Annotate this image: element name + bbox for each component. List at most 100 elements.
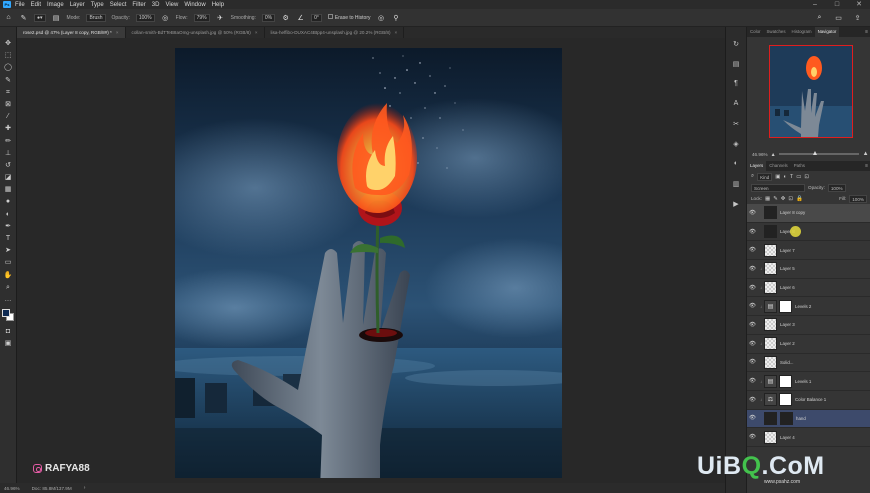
tab-histogram[interactable]: Histogram	[789, 27, 815, 37]
share-icon[interactable]: ⇪	[853, 13, 862, 22]
pressure-size-icon[interactable]: ◎	[377, 13, 386, 22]
opacity-field[interactable]: 100%	[135, 13, 155, 22]
visibility-eye-icon[interactable]: 👁	[747, 341, 758, 347]
3d-icon[interactable]: ◈	[732, 139, 741, 148]
layer-name[interactable]: Layer 2	[780, 341, 795, 346]
foreground-color-swatch[interactable]	[2, 309, 10, 318]
menu-type[interactable]: Type	[91, 2, 104, 8]
layer-name[interactable]: Layer 4	[780, 435, 795, 440]
tab-rose2[interactable]: rose2.psd @ 47% (Layer 8 copy, RGB/8#) *…	[17, 27, 126, 38]
menu-select[interactable]: Select	[110, 2, 127, 8]
tab-color[interactable]: Color	[747, 27, 764, 37]
adjustments-icon[interactable]: ◐	[732, 159, 741, 168]
symmetry-icon[interactable]: ⚲	[392, 13, 401, 22]
stamp-icon[interactable]: ⊥	[3, 149, 13, 158]
visibility-eye-icon[interactable]: 👁	[747, 378, 758, 384]
brush-size-picker[interactable]: ●▾	[34, 13, 46, 22]
layer-opacity-field[interactable]: 100%	[827, 183, 846, 192]
zoom-in-icon[interactable]: ▲	[863, 151, 869, 157]
lasso-icon[interactable]: ◯	[3, 63, 13, 72]
layer-mask-thumbnail[interactable]	[779, 393, 792, 407]
tab-lisa-heffibo[interactable]: lisa-heffibo-DUXAC4Btpp4-unsplash.jpg @ …	[265, 27, 405, 38]
menu-filter[interactable]: Filter	[132, 2, 145, 8]
layer-row[interactable]: 👁 ↓ ⚖ Color Balance 1	[747, 391, 870, 410]
angle-field[interactable]: 0°	[311, 13, 322, 22]
rectangle-icon[interactable]: ▭	[3, 258, 13, 267]
eraser-icon[interactable]: ◪	[3, 173, 13, 182]
layer-name[interactable]: Solid...	[780, 360, 793, 365]
type-icon[interactable]: T	[3, 234, 13, 243]
visibility-eye-icon[interactable]: 👁	[747, 397, 758, 403]
filter-kind-select[interactable]: Kind	[757, 172, 773, 181]
navigator-zoom-value[interactable]: 46.96%	[752, 152, 768, 157]
history-icon[interactable]: ↻	[732, 39, 741, 48]
lock-transparency-icon[interactable]: ▦	[765, 196, 770, 202]
layer-name[interactable]: Levels 2	[795, 304, 811, 309]
libraries-icon[interactable]: ▥	[732, 179, 741, 188]
visibility-eye-icon[interactable]: 👁	[747, 266, 758, 272]
lock-all-icon[interactable]: 🔒	[796, 196, 803, 202]
visibility-eye-icon[interactable]: 👁	[747, 359, 758, 365]
tab-swatches[interactable]: Swatches	[764, 27, 789, 37]
close-tab-icon[interactable]: ×	[255, 30, 258, 35]
hand-icon[interactable]: ✋	[3, 271, 13, 280]
menu-file[interactable]: File	[15, 2, 25, 8]
maximize-button[interactable]: □	[826, 0, 848, 9]
lock-artboard-icon[interactable]: ⊡	[788, 196, 793, 202]
menu-help[interactable]: Help	[212, 2, 224, 8]
gradient-icon[interactable]: ▦	[3, 185, 13, 194]
visibility-eye-icon[interactable]: 👁	[747, 303, 758, 309]
layer-name[interactable]: hand	[796, 416, 806, 421]
layer-name[interactable]: Color Balance 1	[795, 397, 826, 402]
visibility-eye-icon[interactable]: 👁	[747, 229, 758, 235]
airbrush-icon[interactable]: ✈	[216, 13, 225, 22]
close-tab-icon[interactable]: ×	[116, 30, 119, 35]
properties-icon[interactable]: ▤	[732, 59, 741, 68]
artboard-icon[interactable]: ⬚	[3, 51, 13, 60]
eyedropper-icon[interactable]: ⁄	[3, 112, 13, 121]
quick-mask-icon[interactable]: ◘	[3, 327, 13, 336]
crop-icon[interactable]: ⌗	[3, 88, 13, 97]
frame-icon[interactable]: ⊠	[3, 100, 13, 109]
visibility-eye-icon[interactable]: 👁	[747, 247, 758, 253]
visibility-eye-icon[interactable]: 👁	[747, 434, 758, 440]
zoom-out-icon[interactable]: ▴	[772, 151, 775, 158]
visibility-eye-icon[interactable]: 👁	[747, 415, 758, 421]
layer-name[interactable]: Layer 5	[780, 266, 795, 271]
color-swatches[interactable]	[2, 309, 14, 322]
layer-mask-thumbnail[interactable]	[779, 374, 792, 388]
layer-name[interactable]: Layer 6	[780, 285, 795, 290]
dodge-icon[interactable]: ◐	[3, 210, 13, 219]
zoom-level[interactable]: 46.96%	[4, 486, 20, 491]
layer-name[interactable]: Layer 8 copy	[780, 210, 805, 215]
erase-to-history-checkbox[interactable]: Erase to History	[327, 14, 371, 21]
layer-row[interactable]: 👁 Layer 8	[747, 223, 870, 242]
screen-mode-icon[interactable]: ▣	[3, 339, 13, 348]
history-brush-icon[interactable]: ↺	[3, 161, 13, 170]
more-icon[interactable]: …	[3, 295, 13, 304]
layer-name[interactable]: Layer 3	[780, 322, 795, 327]
paragraph-icon[interactable]: ¶	[732, 79, 741, 88]
mode-select[interactable]: Brush	[86, 13, 106, 22]
panel-menu-icon[interactable]: ≡	[865, 29, 870, 35]
blend-mode-select[interactable]: Screen	[751, 183, 805, 192]
search-icon[interactable]: ⌕	[815, 13, 824, 22]
tab-navigator[interactable]: Navigator	[814, 27, 840, 37]
blur-icon[interactable]: ●	[3, 197, 13, 206]
filter-type-icon[interactable]: T	[790, 174, 793, 180]
close-button[interactable]: ✕	[848, 0, 870, 9]
minimize-button[interactable]: –	[804, 0, 826, 9]
filter-smart-icon[interactable]: ⊡	[804, 174, 809, 180]
eraser-tool-icon[interactable]: ✎	[19, 13, 28, 22]
layer-row[interactable]: 👁 Layer 8 copy	[747, 204, 870, 223]
layer-row[interactable]: 👁 ↓ Layer 2	[747, 335, 870, 354]
menu-edit[interactable]: Edit	[31, 2, 41, 8]
chevron-right-icon[interactable]: ›	[84, 485, 86, 491]
lock-pixels-icon[interactable]: ✎	[773, 196, 778, 202]
home-icon[interactable]: ⌂	[4, 13, 13, 22]
fill-field[interactable]: 100%	[849, 194, 867, 203]
layer-row[interactable]: 👁 Layer 3	[747, 316, 870, 335]
pressure-opacity-icon[interactable]: ◎	[161, 13, 170, 22]
zoom-slider-handle[interactable]	[812, 151, 817, 155]
tab-layers[interactable]: Layers	[747, 161, 767, 171]
